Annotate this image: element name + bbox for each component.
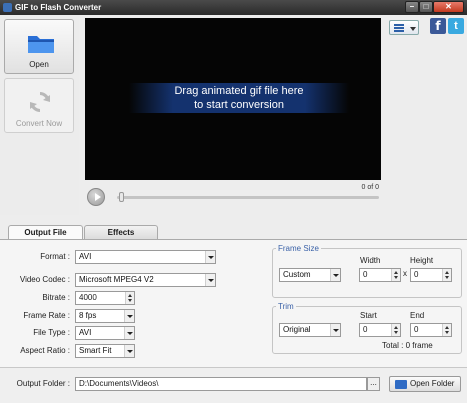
bitrate-stepper[interactable]: 4000 (75, 291, 135, 305)
video-preview-area[interactable]: Drag animated gif file here to start con… (85, 18, 381, 180)
facebook-icon[interactable]: f (430, 18, 446, 34)
spinner-arrows-icon[interactable] (391, 269, 400, 281)
play-button[interactable] (87, 188, 105, 206)
sidebar: Open Convert Now (0, 15, 79, 215)
tab-output-file[interactable]: Output File (8, 225, 83, 240)
spinner-arrows-icon[interactable] (442, 324, 451, 336)
chevron-down-icon (410, 27, 416, 31)
chevron-down-icon (205, 274, 215, 286)
start-value: 0 (363, 325, 368, 334)
output-folder-label: Output Folder : (16, 379, 70, 388)
end-stepper[interactable]: 0 (410, 323, 452, 337)
convert-now-button[interactable]: Convert Now (4, 78, 74, 133)
width-label: Width (360, 256, 381, 265)
folder-icon (28, 36, 54, 53)
video-codec-select[interactable]: Microsoft MPEG4 V2 (75, 273, 216, 287)
frame-rate-value: 8 fps (79, 311, 97, 320)
trim-title: Trim (276, 302, 296, 311)
start-stepper[interactable]: 0 (359, 323, 401, 337)
browse-button[interactable]: ... (367, 377, 380, 391)
app-icon (3, 3, 12, 12)
window-title: GIF to Flash Converter (15, 3, 102, 12)
start-label: Start (360, 311, 377, 320)
folder-icon (395, 380, 407, 389)
open-label: Open (29, 60, 49, 69)
aspect-ratio-value: Smart Fit (79, 346, 112, 355)
output-folder-input[interactable]: D:\Documents\Videos\ (75, 377, 367, 391)
format-select[interactable]: AVI (75, 250, 216, 264)
width-stepper[interactable]: 0 (359, 268, 401, 282)
frame-size-value: Custom (283, 270, 311, 279)
trim-value: Original (283, 325, 311, 334)
seek-thumb[interactable] (119, 192, 124, 202)
chevron-down-icon (124, 345, 134, 357)
file-type-label: File Type : (33, 328, 70, 337)
spinner-arrows-icon[interactable] (442, 269, 451, 281)
chevron-down-icon (330, 324, 340, 336)
bitrate-label: Bitrate : (42, 293, 70, 302)
open-folder-label: Open Folder (410, 379, 455, 388)
output-file-panel: Format : AVI Video Codec : Microsoft MPE… (0, 239, 467, 367)
minimize-button[interactable]: – (405, 1, 419, 13)
frame-size-select[interactable]: Custom (279, 268, 341, 282)
video-codec-label: Video Codec : (19, 275, 70, 284)
spinner-arrows-icon[interactable] (391, 324, 400, 336)
drop-hint-line2: to start conversion (194, 99, 284, 111)
app-window: GIF to Flash Converter – □ ✕ Open Conver… (0, 0, 467, 403)
drop-hint-line1: Drag animated gif file here (174, 85, 304, 97)
frame-counter: 0 of 0 (361, 184, 379, 191)
drop-hint-text: Drag animated gif file here to start con… (129, 84, 349, 112)
tab-effects[interactable]: Effects (84, 225, 158, 239)
height-stepper[interactable]: 0 (410, 268, 452, 282)
close-button[interactable]: ✕ (433, 1, 464, 13)
maximize-button[interactable]: □ (419, 1, 433, 13)
end-value: 0 (414, 325, 419, 334)
aspect-ratio-select[interactable]: Smart Fit (75, 344, 135, 358)
aspect-ratio-label: Aspect Ratio : (20, 346, 70, 355)
chevron-down-icon (205, 251, 215, 263)
seek-track[interactable] (117, 196, 379, 199)
end-label: End (410, 311, 425, 320)
width-value: 0 (363, 270, 368, 279)
chevron-down-icon (124, 310, 134, 322)
file-type-value: AVI (79, 328, 92, 337)
video-codec-value: Microsoft MPEG4 V2 (79, 275, 154, 284)
convert-now-label: Convert Now (15, 119, 63, 128)
title-bar: GIF to Flash Converter – □ ✕ (0, 0, 467, 15)
menu-dropdown-button[interactable] (389, 20, 419, 35)
list-icon (394, 24, 404, 32)
frame-rate-select[interactable]: 8 fps (75, 309, 135, 323)
total-frames-text: Total : 0 frame (382, 341, 433, 350)
times-sign: x (403, 269, 407, 278)
playback-bar: 0 of 0 (85, 182, 381, 212)
open-button[interactable]: Open (4, 19, 74, 74)
frame-size-title: Frame Size (276, 244, 321, 253)
frame-rate-label: Frame Rate : (23, 311, 70, 320)
height-value: 0 (414, 270, 419, 279)
open-folder-button[interactable]: Open Folder (389, 376, 461, 392)
spinner-arrows-icon[interactable] (125, 292, 134, 304)
format-value: AVI (79, 252, 92, 261)
chevron-down-icon (124, 327, 134, 339)
bitrate-value: 4000 (79, 293, 97, 302)
refresh-icon (30, 92, 50, 112)
height-label: Height (410, 256, 434, 265)
twitter-icon[interactable]: t (448, 18, 464, 34)
file-type-select[interactable]: AVI (75, 326, 135, 340)
trim-select[interactable]: Original (279, 323, 341, 337)
format-label: Format : (40, 252, 70, 261)
chevron-down-icon (330, 269, 340, 281)
